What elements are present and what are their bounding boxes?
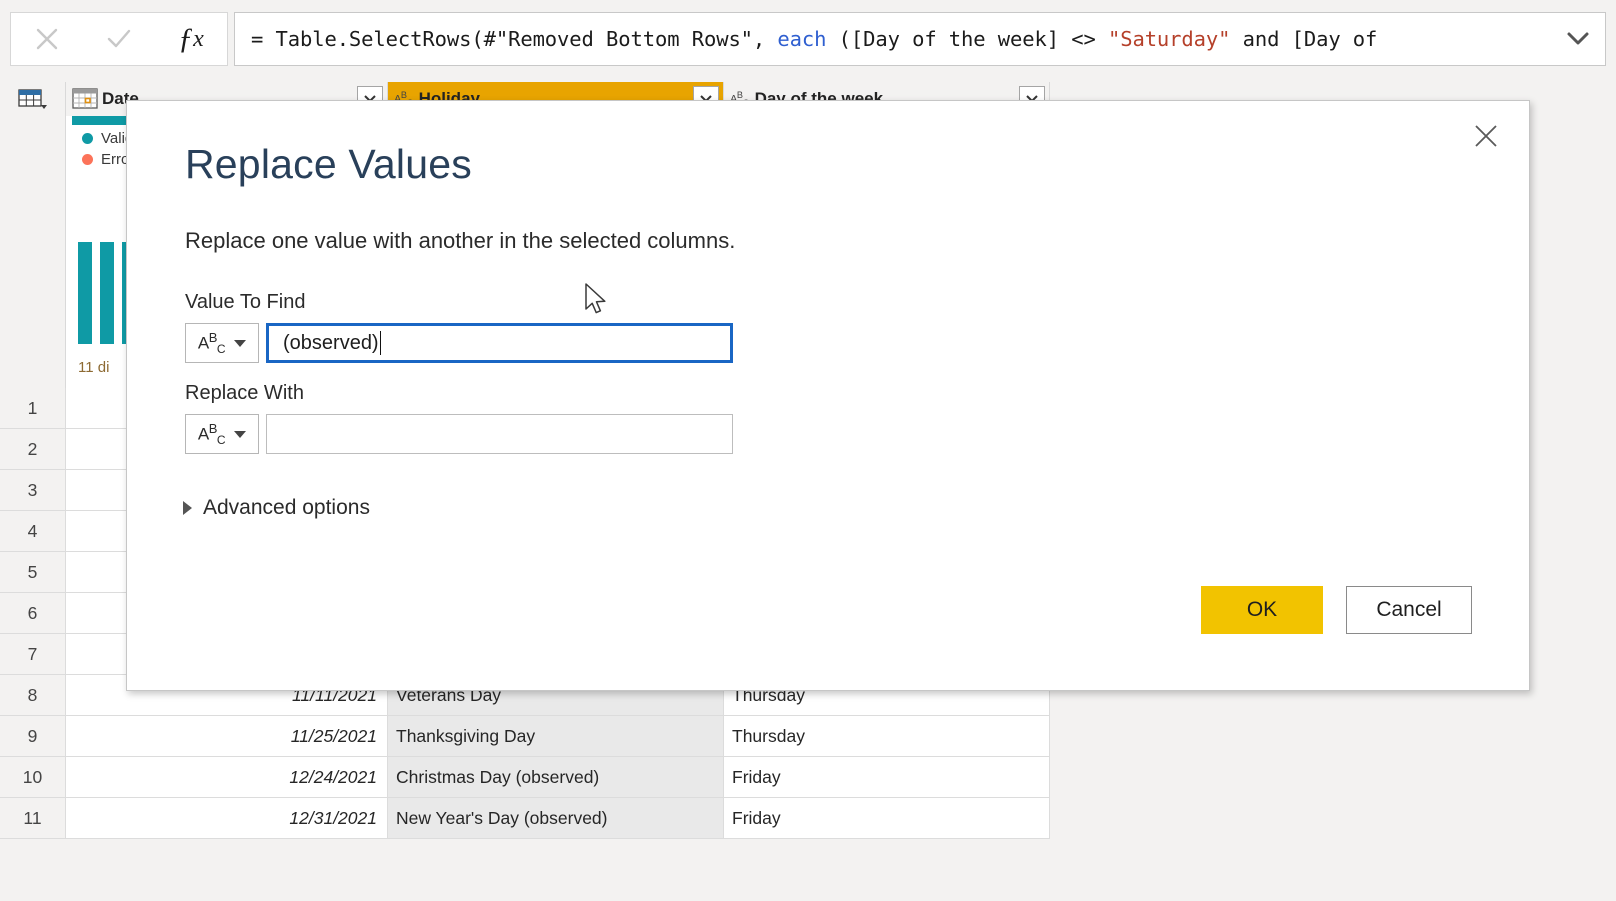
cell-holiday[interactable]: Thanksgiving Day bbox=[388, 716, 724, 757]
formula-bar-actions: ƒx bbox=[10, 12, 228, 66]
histogram-bar bbox=[100, 242, 114, 344]
replace-values-dialog: Replace Values Replace one value with an… bbox=[126, 100, 1530, 691]
row-number: 10 bbox=[0, 757, 66, 798]
formula-keyword: each bbox=[777, 27, 827, 51]
row-number: 11 bbox=[0, 798, 66, 839]
replace-with-type-selector[interactable]: ABC bbox=[185, 414, 259, 454]
advanced-options-label: Advanced options bbox=[203, 496, 370, 519]
calendar-icon bbox=[72, 88, 102, 110]
formula-seg-3: and [Day of bbox=[1230, 27, 1378, 51]
cancel-button[interactable]: Cancel bbox=[1346, 586, 1472, 634]
dialog-title: Replace Values bbox=[185, 141, 472, 187]
table-select-icon bbox=[17, 88, 48, 110]
value-to-find-input-value: (observed) bbox=[283, 331, 379, 354]
valid-dot-icon bbox=[82, 133, 93, 144]
text-type-icon: ABC bbox=[197, 420, 226, 448]
row-number: 2 bbox=[0, 429, 66, 470]
triangle-right-icon bbox=[183, 501, 192, 515]
value-to-find-type-selector[interactable]: ABC bbox=[185, 323, 259, 363]
value-to-find-input[interactable]: (observed) bbox=[266, 323, 733, 363]
histogram-bar bbox=[78, 242, 92, 344]
profile-rownum-spacer bbox=[0, 172, 66, 388]
formula-bar: ƒx = Table.SelectRows(#"Removed Bottom R… bbox=[0, 0, 1616, 78]
chevron-down-icon bbox=[234, 430, 247, 438]
cell-date[interactable]: 11/25/2021 bbox=[66, 716, 388, 757]
table-row[interactable]: 11 12/31/2021 New Year's Day (observed) … bbox=[0, 798, 1050, 839]
close-icon[interactable] bbox=[1465, 115, 1507, 157]
fx-icon[interactable]: ƒx bbox=[168, 17, 214, 61]
cell-day-of-the-week[interactable]: Friday bbox=[724, 757, 1050, 798]
grid-corner-select-all-button[interactable] bbox=[0, 82, 66, 116]
cell-day-of-the-week[interactable]: Thursday bbox=[724, 716, 1050, 757]
row-number: 9 bbox=[0, 716, 66, 757]
distinct-count-label: 11 di bbox=[78, 359, 110, 376]
text-type-icon: ABC bbox=[197, 329, 226, 357]
quality-rownum-spacer bbox=[0, 116, 66, 172]
dialog-subtitle: Replace one value with another in the se… bbox=[185, 228, 736, 253]
formula-text: = Table.SelectRows(#"Removed Bottom Rows… bbox=[235, 27, 1551, 51]
row-number: 6 bbox=[0, 593, 66, 634]
cell-date[interactable]: 12/31/2021 bbox=[66, 798, 388, 839]
cell-holiday[interactable]: New Year's Day (observed) bbox=[388, 798, 724, 839]
formula-input[interactable]: = Table.SelectRows(#"Removed Bottom Rows… bbox=[234, 12, 1606, 66]
cell-holiday[interactable]: Christmas Day (observed) bbox=[388, 757, 724, 798]
replace-with-label: Replace With bbox=[185, 382, 304, 404]
table-row[interactable]: 9 11/25/2021 Thanksgiving Day Thursday bbox=[0, 716, 1050, 757]
advanced-options-toggle[interactable]: Advanced options bbox=[183, 496, 370, 520]
chevron-down-icon bbox=[234, 339, 247, 347]
value-to-find-label: Value To Find bbox=[185, 291, 306, 313]
row-number: 4 bbox=[0, 511, 66, 552]
cell-day-of-the-week[interactable]: Friday bbox=[724, 798, 1050, 839]
formula-seg-2: ([Day of the week] <> bbox=[826, 27, 1108, 51]
ok-button[interactable]: OK bbox=[1201, 586, 1323, 634]
accept-edit-icon[interactable] bbox=[96, 17, 142, 61]
cell-date[interactable]: 12/24/2021 bbox=[66, 757, 388, 798]
table-row[interactable]: 10 12/24/2021 Christmas Day (observed) F… bbox=[0, 757, 1050, 798]
formula-string: "Saturday" bbox=[1107, 27, 1231, 51]
formula-expand-chevron-down-icon[interactable] bbox=[1551, 29, 1605, 49]
row-number: 5 bbox=[0, 552, 66, 593]
row-number: 3 bbox=[0, 470, 66, 511]
row-number: 8 bbox=[0, 675, 66, 716]
app-root: ƒx = Table.SelectRows(#"Removed Bottom R… bbox=[0, 0, 1616, 901]
row-number: 7 bbox=[0, 634, 66, 675]
row-number: 1 bbox=[0, 388, 66, 429]
text-caret bbox=[379, 331, 382, 355]
cancel-edit-icon[interactable] bbox=[24, 17, 70, 61]
error-dot-icon bbox=[82, 154, 93, 165]
formula-seg-1: = Table.SelectRows(#"Removed Bottom Rows… bbox=[251, 27, 778, 51]
replace-with-input[interactable] bbox=[266, 414, 733, 454]
